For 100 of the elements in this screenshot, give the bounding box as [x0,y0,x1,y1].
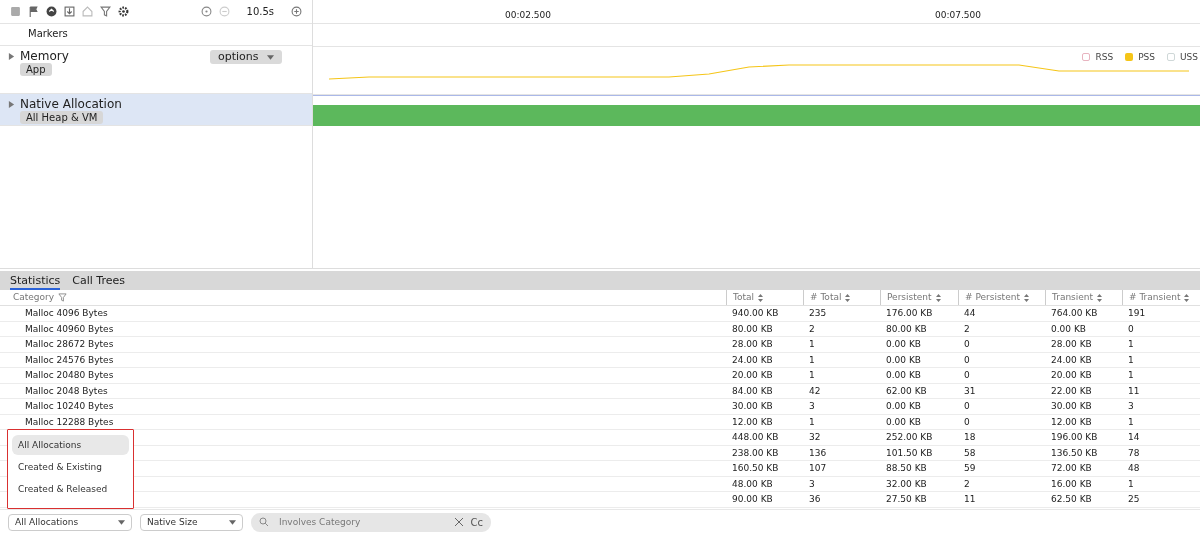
table-cell: 62.50 KB [1051,494,1092,504]
table-cell: 191 [1128,308,1146,318]
track-tag: All Heap & VM [20,111,104,124]
import-icon[interactable] [64,6,75,17]
sort-icon[interactable] [1184,293,1190,302]
caret-icon [118,519,125,525]
table-cell: 24.00 KB [732,354,773,365]
table-cell: 48.00 KB [732,478,773,489]
table-cell: Malloc 2048 Bytes [25,385,108,396]
table-cell: 80.00 KB [732,323,773,334]
size-dropdown[interactable]: Native Size [140,513,243,531]
table-cell: 32.00 KB [886,478,927,489]
table-cell: 2 [964,323,970,334]
table-cell: 12.00 KB [1051,416,1092,427]
table-cell: 0 [1128,323,1134,334]
reset-icon[interactable] [200,6,212,17]
table-cell: 3 [809,401,815,411]
table-cell: Malloc 24576 Bytes [25,354,114,365]
table-cell: Malloc 10240 Bytes [25,401,114,411]
filter-icon[interactable] [58,293,68,302]
record-icon[interactable] [46,6,57,17]
track-title: Native Allocation [20,97,122,111]
table-cell: Malloc 12288 Bytes [25,416,114,427]
table-cell: 59 [964,463,976,473]
table-cell: 36 [809,494,821,504]
table-cell: 136 [809,447,827,458]
sort-icon[interactable] [935,293,941,302]
table-cell: 0 [964,354,970,365]
mode-dropdown[interactable]: All Allocations [8,513,132,531]
caret-icon [229,519,236,525]
stop-icon[interactable] [10,6,21,17]
table-cell: 16.00 KB [1051,478,1092,489]
table-cell: 107 [809,463,827,473]
table-cell: 101.50 KB [886,447,933,458]
table-cell: 88.50 KB [886,463,927,473]
column-header[interactable]: Total [733,290,755,305]
table-cell: 14 [1128,432,1140,442]
table-cell: Malloc 4096 Bytes [25,308,108,318]
settings-icon[interactable] [118,6,129,17]
sort-icon[interactable] [1023,293,1029,302]
table-cell: 3 [1128,401,1134,411]
table-cell: 1 [1128,339,1134,349]
column-header[interactable]: # Transient [1129,290,1181,305]
menu-item[interactable]: All Allocations [12,435,129,455]
tab[interactable]: Call Trees [72,274,125,290]
legend-swatch[interactable] [1082,53,1091,61]
column-header[interactable]: Transient [1052,290,1094,305]
table-cell: 72.00 KB [1051,463,1092,473]
zoom-in-icon[interactable] [291,6,302,17]
table-cell: 940.00 KB [732,308,779,318]
track-title: Memory [20,49,69,63]
table-cell: 0.00 KB [886,354,921,365]
table-cell: 32 [809,432,821,442]
expand-icon[interactable] [8,52,15,60]
legend-label: USS [1180,52,1198,62]
sort-icon[interactable] [845,293,851,302]
table-cell: 62.00 KB [886,385,927,396]
flag-icon[interactable] [28,6,39,17]
table-cell: 1 [809,370,815,380]
table-cell: 18 [964,432,976,442]
legend-label: RSS [1095,52,1114,62]
column-header[interactable]: Category [13,290,55,305]
table-cell: 20.00 KB [732,370,773,380]
clear-icon[interactable] [454,516,463,528]
filter-icon[interactable] [100,6,111,17]
sort-icon[interactable] [758,293,764,302]
table-cell: 84.00 KB [732,385,773,396]
table-cell: 448.00 KB [732,432,779,442]
column-header[interactable]: # Total [810,290,842,305]
table-cell: 11 [964,494,976,504]
table-cell: 252.00 KB [886,432,933,442]
options-dropdown[interactable]: options [210,50,282,64]
match-case-toggle[interactable]: Cc [470,516,483,528]
table-cell: 2 [964,478,970,489]
menu-item[interactable]: Created & Released [12,479,129,499]
table-cell: 238.00 KB [732,447,779,458]
table-cell: 24.00 KB [1051,354,1092,365]
sort-icon[interactable] [1097,293,1103,302]
table-cell: 0.00 KB [886,416,921,427]
column-header[interactable]: # Persistent [965,290,1020,305]
search-field[interactable]: Involves Category Cc [251,512,491,532]
expand-icon[interactable] [8,100,15,108]
table-cell: 58 [964,447,976,458]
table-cell: 28.00 KB [1051,339,1092,349]
table-cell: 27.50 KB [886,494,927,504]
legend-swatch[interactable] [1125,53,1134,61]
tab[interactable]: Statistics [10,274,61,290]
menu-item[interactable]: Created & Existing [12,457,129,477]
duration-label: 10.5s [246,6,274,17]
table-cell: 22.00 KB [1051,385,1092,396]
table-cell: 1 [809,339,815,349]
time-tick: 00:02.500 [505,10,551,20]
column-header[interactable]: Persistent [887,290,932,305]
table-cell: 1 [1128,370,1134,380]
track-header[interactable]: Native Allocation All Heap & VM [0,94,312,126]
table-cell: 764.00 KB [1051,308,1098,318]
legend-label: PSS [1138,52,1155,62]
table-cell: 30.00 KB [1051,401,1092,411]
caret-icon [266,54,274,60]
legend-swatch[interactable] [1167,53,1175,61]
